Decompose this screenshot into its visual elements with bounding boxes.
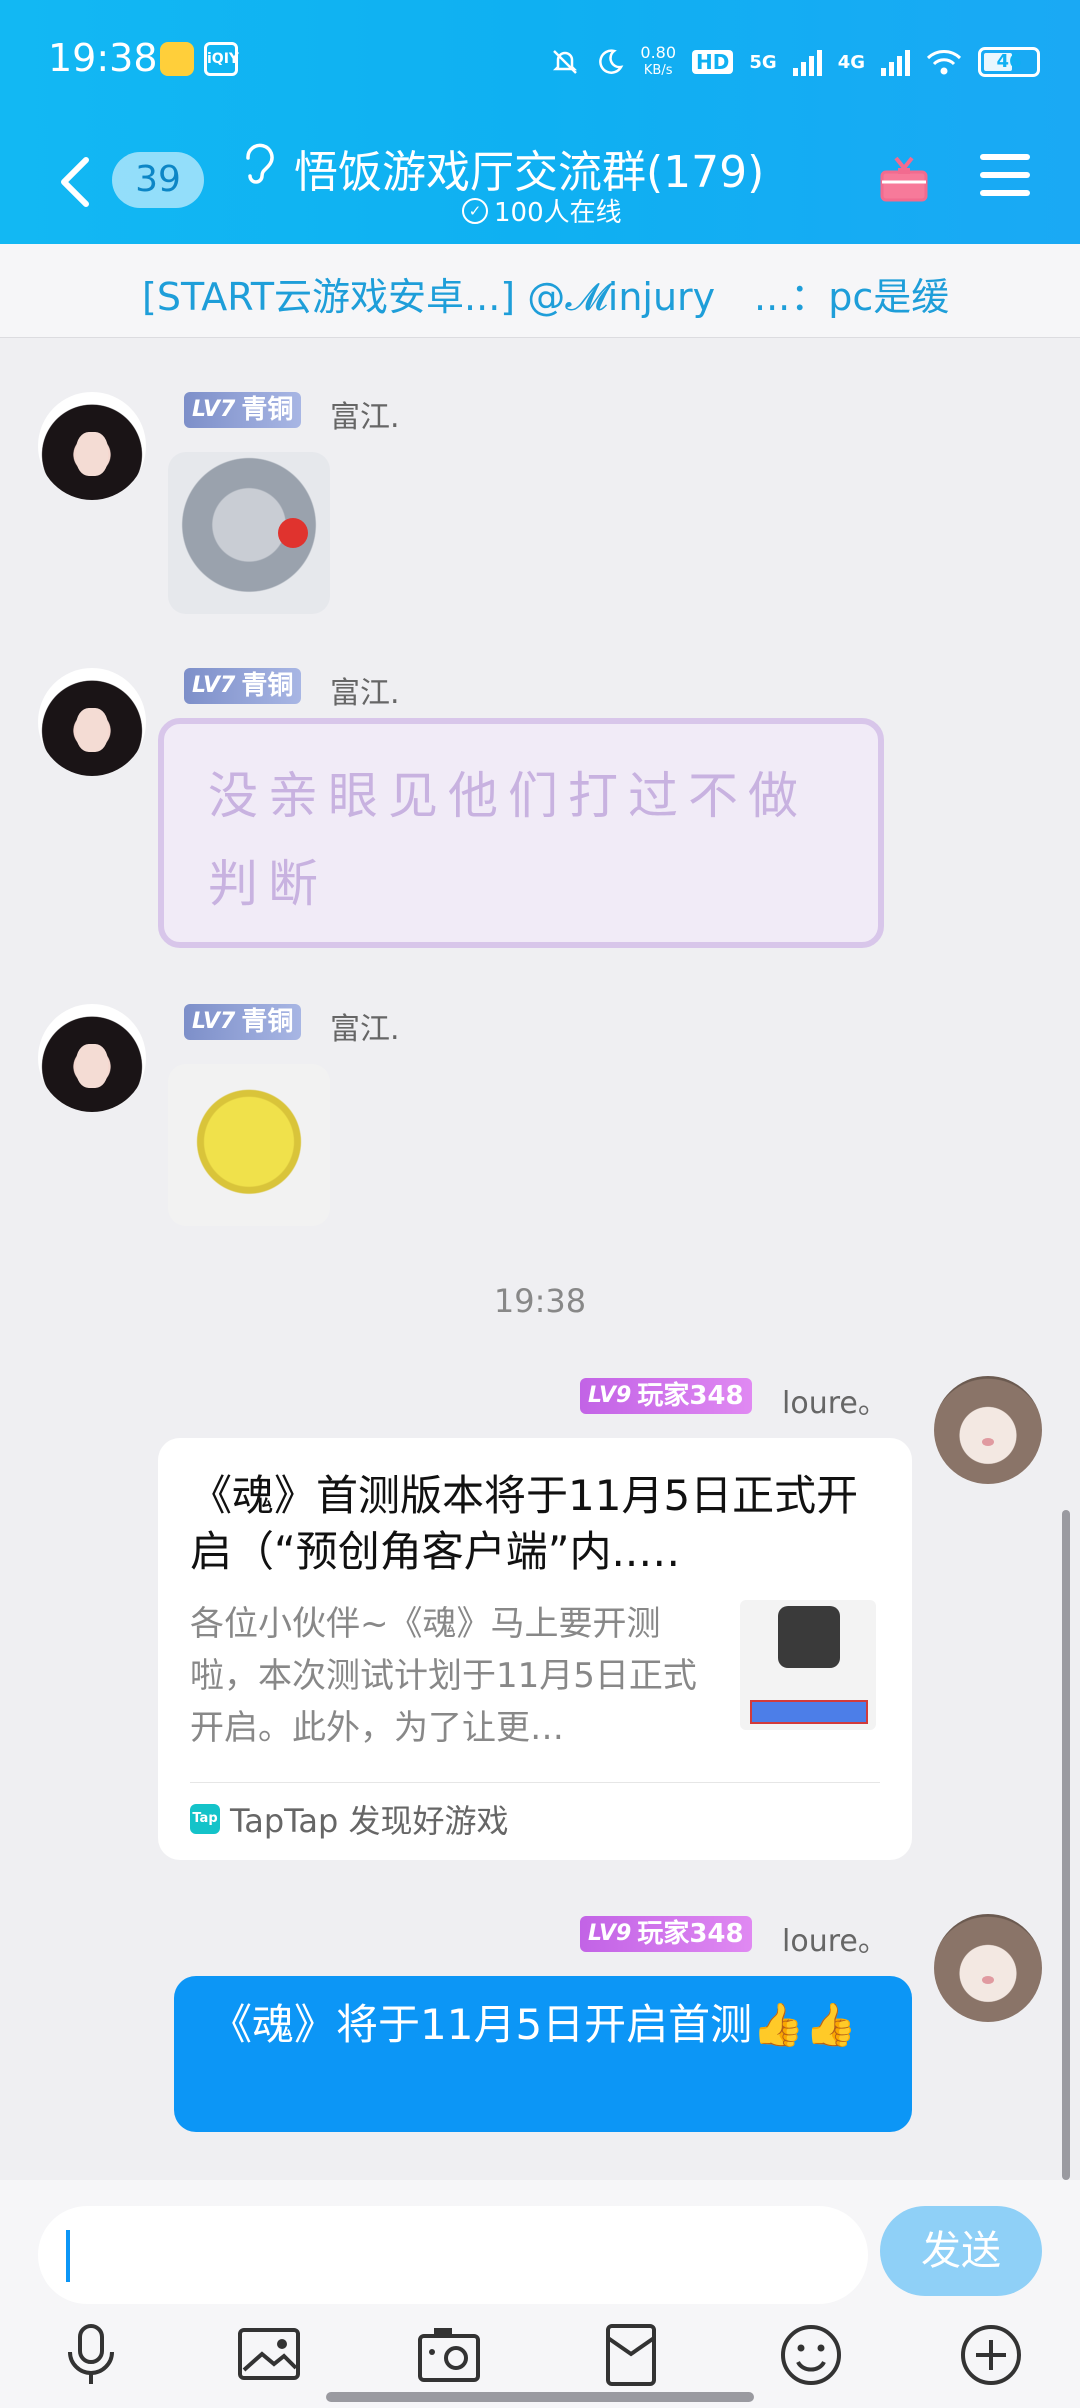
nav-bar: 39 悟饭游戏厅交流群(179) ✓ 100人在线 xyxy=(0,120,1080,244)
link-share-card[interactable]: 《魂》首测版本将于11月5日正式开启（“预创角客户端”内..… 各位小伙伴~《魂… xyxy=(158,1438,912,1860)
avatar[interactable] xyxy=(934,1376,1042,1484)
signal-5g-icon xyxy=(792,48,822,76)
mute-bell-icon xyxy=(553,50,578,74)
avatar[interactable] xyxy=(38,392,146,500)
message-bubble[interactable]: 《魂》将于11月5日开启首测👍👍 xyxy=(174,1976,912,2132)
card-source: Tap TapTap 发现好游戏 xyxy=(190,1796,509,1842)
card-source-label: TapTap 发现好游戏 xyxy=(230,1802,509,1840)
level-name: 玩家348 xyxy=(637,1919,744,1949)
level-badge: LV7 青铜 xyxy=(184,668,302,704)
sender-name[interactable]: loure。 xyxy=(782,1378,888,1422)
message-text: 《魂》将于11月5日开启首测👍👍 xyxy=(210,2000,857,2049)
card-title: 《魂》首测版本将于11月5日正式开启（“预创角客户端”内..… xyxy=(190,1471,859,1576)
net-speed-unit: KB/s xyxy=(643,63,673,78)
level-badge: LV9 玩家348 xyxy=(580,1916,752,1952)
level-tag: LV9 xyxy=(588,1383,632,1408)
ear-icon[interactable] xyxy=(238,140,278,195)
sender-name[interactable]: 富江. xyxy=(330,668,400,712)
notice-right[interactable]: ...：pc是缓 xyxy=(754,266,949,321)
red-packet-icon[interactable] xyxy=(596,2320,666,2390)
sender-name[interactable]: 富江. xyxy=(330,392,400,436)
battery-level: 46 xyxy=(996,51,1022,72)
level-name: 青铜 xyxy=(241,1007,294,1037)
home-indicator[interactable] xyxy=(326,2392,754,2402)
text-caret xyxy=(66,2230,70,2282)
plus-icon[interactable] xyxy=(956,2320,1026,2390)
chat-scrollbar[interactable] xyxy=(1062,1510,1070,2180)
group-announcement-bar[interactable]: [START云游戏安卓...] @𝓜injury ...：pc是缓 xyxy=(0,244,1080,338)
notification-app-icon xyxy=(160,42,194,76)
level-tag: LV9 xyxy=(588,1921,632,1946)
game-logo-icon xyxy=(778,1606,840,1668)
iqiyi-icon: iQIY xyxy=(204,42,239,76)
check-circle-icon: ✓ xyxy=(462,197,488,224)
emoji-icon[interactable] xyxy=(776,2320,846,2390)
gift-box-icon[interactable] xyxy=(876,150,932,206)
level-badge: LV9 玩家348 xyxy=(580,1378,752,1414)
avatar[interactable] xyxy=(38,1004,146,1112)
status-right: 0.80 KB/s HD 5G 4G 46 xyxy=(550,38,1040,86)
image-icon[interactable] xyxy=(234,2320,304,2390)
level-tag: LV7 xyxy=(192,1009,236,1034)
card-thumbnail xyxy=(740,1600,876,1730)
level-name: 青铜 xyxy=(241,671,294,701)
card-divider xyxy=(190,1782,880,1783)
status-bar: 19:38 iQIY 0.80 KB/s HD 5G 4G 46 xyxy=(0,0,1080,120)
online-status: ✓ 100人在线 xyxy=(462,192,622,229)
card-description: 各位小伙伴~《魂》马上要开测啦，本次测试计划于11月5日正式开启。此外，为了让更… xyxy=(190,1604,697,1748)
sticker-image[interactable] xyxy=(168,1064,330,1226)
message-input[interactable] xyxy=(38,2206,868,2304)
avatar[interactable] xyxy=(38,668,146,776)
text-sticker[interactable]: 没亲眼见他们打过不做判断 xyxy=(158,718,884,948)
taptap-icon: Tap xyxy=(190,1804,220,1834)
moon-icon xyxy=(599,49,624,74)
battery-icon: 46 xyxy=(978,47,1040,77)
level-name: 玩家348 xyxy=(637,1381,744,1411)
unread-count-badge[interactable]: 39 xyxy=(112,152,204,208)
online-count: 100人在线 xyxy=(494,198,622,228)
level-tag: LV7 xyxy=(192,673,236,698)
level-tag: LV7 xyxy=(192,397,236,422)
time-separator: 19:38 xyxy=(493,1282,587,1320)
sticker-text: 没亲眼见他们打过不做判断 xyxy=(208,767,808,913)
thumbnail-button xyxy=(750,1700,868,1724)
hd-icon: HD xyxy=(692,50,734,74)
net-5g-label: 5G xyxy=(749,51,777,73)
net-speed: 0.80 KB/s xyxy=(640,44,676,80)
sender-name[interactable]: 富江. xyxy=(330,1004,400,1048)
avatar[interactable] xyxy=(934,1914,1042,2022)
status-time: 19:38 xyxy=(48,36,158,80)
group-title[interactable]: 悟饭游戏厅交流群(179) xyxy=(294,136,764,200)
menu-icon[interactable] xyxy=(980,154,1030,200)
back-arrow-icon[interactable] xyxy=(56,152,96,222)
send-button[interactable]: 发送 xyxy=(880,2206,1042,2296)
net-4g-label: 4G xyxy=(837,51,865,73)
sender-name[interactable]: loure。 xyxy=(782,1916,888,1960)
input-bar: 发送 xyxy=(0,2180,1080,2320)
app-header: 19:38 iQIY 0.80 KB/s HD 5G 4G 46 39 悟饭游戏… xyxy=(0,0,1080,244)
mic-icon[interactable] xyxy=(56,2320,126,2390)
sticker-image[interactable] xyxy=(168,452,330,614)
level-badge: LV7 青铜 xyxy=(184,392,302,428)
level-name: 青铜 xyxy=(241,395,294,425)
net-speed-value: 0.80 xyxy=(640,43,677,62)
camera-icon[interactable] xyxy=(414,2320,484,2390)
notice-left[interactable]: [START云游戏安卓...] @𝓜injury xyxy=(142,266,715,321)
level-badge: LV7 青铜 xyxy=(184,1004,302,1040)
signal-4g-icon xyxy=(881,48,910,76)
wifi-icon xyxy=(926,50,962,75)
